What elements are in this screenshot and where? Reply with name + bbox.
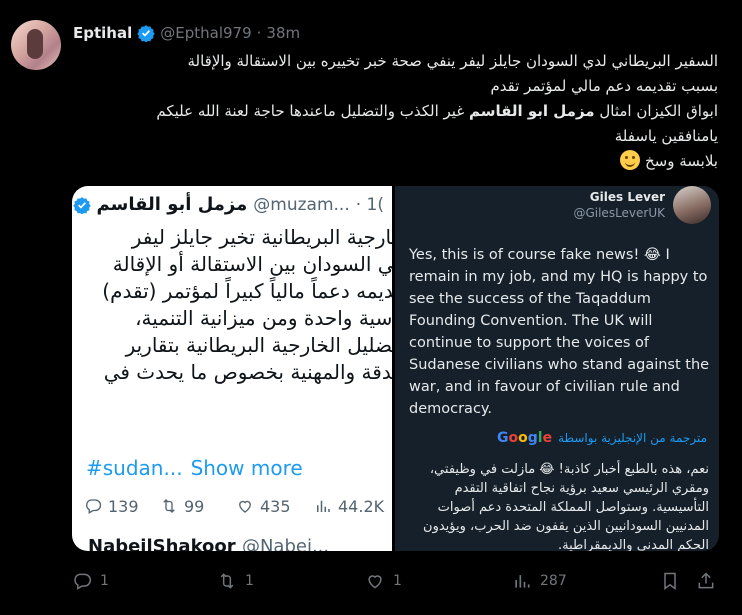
timestamp[interactable]: 38m: [266, 24, 300, 42]
embedded-reposts-count: 99: [184, 496, 205, 516]
embedded-line: بتضليل الخارجية البريطانية بتقارير: [125, 333, 392, 357]
heart-icon: [239, 500, 251, 513]
embedded-reply-handle: @GilesLeverUK: [573, 206, 665, 220]
embedded-tweet-text: خارجية البريطانية تخير جايلز ليفر في الس…: [74, 224, 392, 413]
embedded-line: الدقة والمهنية بخصوص ما يحدث في: [103, 360, 392, 384]
repost-icon: [220, 573, 234, 589]
heart-icon: [368, 575, 382, 589]
views-icon: [317, 500, 330, 512]
share-icon: [698, 572, 714, 589]
author-name[interactable]: Eptihal: [73, 24, 132, 42]
embedded-reply-names: Giles Lever @GilesLeverUK: [573, 189, 665, 221]
embedded-reposts: 99: [160, 497, 204, 516]
share-button[interactable]: [696, 566, 716, 596]
winking-face-emoji-icon: [620, 150, 641, 170]
screenshot-right[interactable]: Giles Lever @GilesLeverUK Yes, this is o…: [395, 186, 719, 551]
action-bar: 1 1 1 287: [72, 566, 722, 596]
like-count: 1: [393, 573, 402, 589]
embedded-line: قديمه دعماً مالياً كبيراً لمؤتمر (تقدم): [102, 279, 392, 303]
reply-icon: [74, 573, 92, 590]
embedded-next-author-name: NabeilShakoor: [88, 536, 236, 551]
arabic-line: المدنيين السودانيين الذين يقفون ضد الحرب…: [423, 519, 709, 534]
embedded-views: 44.2K: [314, 497, 384, 516]
embedded-hashtag: #sudan...: [86, 456, 183, 480]
bookmark-icon: [664, 572, 676, 590]
tweet-line: ابواق الكيزان امثال مزمل ابو القاسم غير …: [73, 99, 718, 124]
embedded-views-count: 44.2K: [338, 496, 385, 516]
embedded-next-author-handle: @Nabei...: [241, 536, 330, 551]
author-handle[interactable]: @Epthal979: [160, 24, 251, 42]
screenshot-left[interactable]: مزمل أبو القاسم @muzam... · 1( خارجية ال…: [72, 186, 392, 551]
embedded-reply-avatar: [673, 186, 711, 224]
arabic-line: التأسيسية. وستواصل المملكة المتحدة دعم أ…: [437, 500, 709, 515]
repost-button[interactable]: 1: [217, 566, 254, 596]
verified-badge-icon: [137, 25, 155, 42]
reply-count: 1: [100, 573, 109, 589]
embedded-reply-english: Yes, this is of course fake news! 😂 I re…: [409, 247, 710, 417]
tweet-line-post: غير الكذب والتضليل ماعندها حاجة لعنة الل…: [156, 102, 469, 120]
embedded-separator: · 1(: [355, 194, 384, 215]
embedded-hashtag-row: #sudan... Show more: [86, 456, 303, 480]
translated-by-label: مترجمة من الإنجليزية بواسطة: [558, 431, 707, 445]
media-grid[interactable]: مزمل أبو القاسم @muzam... · 1( خارجية ال…: [72, 186, 719, 551]
tweet-header: Eptihal @Epthal979 · 38m: [73, 22, 300, 44]
tweet-line: بلابسة وسخ: [73, 149, 718, 174]
views-icon: [515, 575, 530, 588]
tweet-line: السفير البريطاني لدي السودان جايلز ليفر …: [187, 52, 718, 70]
embedded-replies-count: 139: [108, 496, 139, 516]
tweet-text: السفير البريطاني لدي السودان جايلز ليفر …: [73, 49, 718, 174]
mentioned-name: مزمل ابو القاسم: [468, 102, 595, 120]
arabic-line: ومقري الرئيسي سعيد برؤية نجاح اتفاقية ال…: [454, 481, 709, 496]
embedded-reply-arabic: نعم، هذه بالطبع أخبار كاذبة! 😂 مازلت في …: [407, 460, 709, 551]
arabic-line: نعم، هذه بالطبع أخبار كاذبة! 😂 مازلت في …: [429, 462, 709, 477]
tweet[interactable]: Eptihal @Epthal979 · 38m السفير البريطان…: [0, 0, 742, 615]
arabic-line: الحكم المدني والديمقراطية.: [558, 538, 709, 551]
embedded-stats: 139 99 435 44.2K: [72, 492, 392, 520]
embedded-line: ؟: [74, 386, 392, 413]
translation-note: مترجمة من الإنجليزية بواسطة Google: [497, 430, 707, 446]
google-logo-icon: Google: [496, 430, 553, 446]
separator: ·: [256, 24, 262, 42]
embedded-reply-header: Giles Lever @GilesLeverUK: [573, 186, 711, 224]
embedded-tweet-header: مزمل أبو القاسم @muzam... · 1(: [72, 194, 384, 215]
embedded-replies: 139: [84, 497, 139, 516]
embedded-reply-author: Giles Lever: [589, 190, 665, 204]
repost-icon: [163, 499, 175, 513]
embedded-line: ياسية واحدة ومن ميزانية التنمية،: [135, 306, 392, 330]
avatar[interactable]: [11, 20, 61, 70]
embedded-likes: 435: [236, 497, 291, 516]
tweet-line: يامنافقين ياسفلة: [614, 127, 718, 145]
embedded-author-handle: @muzam...: [253, 194, 350, 215]
reply-button[interactable]: 1: [72, 566, 109, 596]
tweet-line-text: بلابسة وسخ: [645, 152, 718, 170]
views-count: 287: [540, 573, 567, 589]
like-button[interactable]: 1: [365, 566, 402, 596]
tweet-line-pre: ابواق الكيزان امثال: [594, 102, 718, 120]
embedded-line: في السودان بين الاستقالة أو الإقالة: [112, 252, 392, 276]
tweet-line: بسبب تقديمه دعم مالي لمؤتمر تقدم: [490, 77, 718, 95]
views-button[interactable]: 287: [512, 566, 567, 596]
embedded-line: خارجية البريطانية تخير جايلز ليفر: [131, 225, 392, 249]
reply-icon: [86, 499, 102, 514]
embedded-author-name: مزمل أبو القاسم: [96, 194, 248, 215]
embedded-next-author: NabeilShakoor @Nabei...: [88, 536, 329, 551]
embedded-likes-count: 435: [260, 496, 291, 516]
verified-badge-icon: [72, 196, 91, 214]
embedded-show-more: Show more: [190, 456, 303, 480]
bookmark-button[interactable]: [660, 566, 680, 596]
repost-count: 1: [245, 573, 254, 589]
